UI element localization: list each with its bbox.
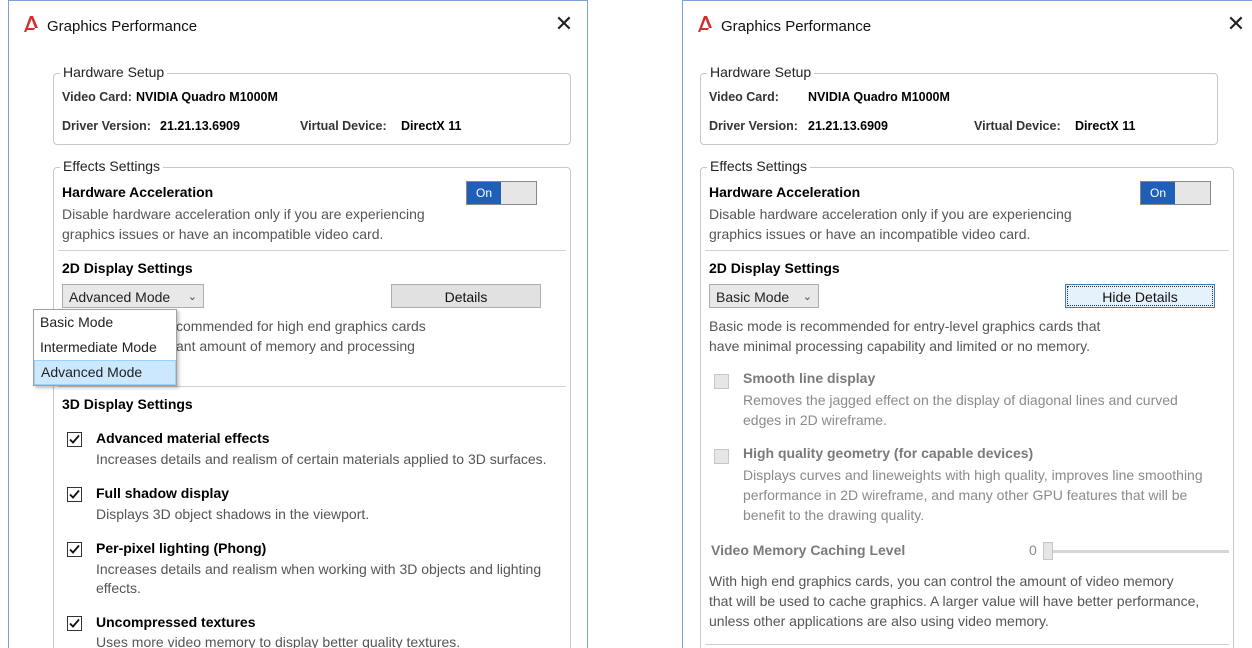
checkmark-icon [69, 434, 80, 444]
toggle-knob [1176, 182, 1210, 204]
driver-version-value: 21.21.13.6909 [808, 119, 888, 133]
effects-settings-group: Effects Settings Hardware Acceleration O… [700, 158, 1234, 648]
uncompressed-textures-desc: Uses more video memory to display better… [96, 634, 461, 648]
video-card-value: NVIDIA Quadro M1000M [136, 90, 278, 104]
hardware-acceleration-toggle[interactable]: On [466, 181, 537, 205]
advanced-material-effects-desc: Increases details and realism of certain… [96, 451, 547, 467]
2d-display-settings-title: 2D Display Settings [62, 260, 193, 276]
video-card-label: Video Card: [709, 90, 779, 104]
video-memory-caching-title: Video Memory Caching Level [711, 542, 906, 558]
graphics-performance-dialog-left: Graphics Performance ✕ Hardware Setup Vi… [8, 0, 588, 648]
title-bar: Graphics Performance ✕ [683, 1, 1252, 53]
autocad-logo-icon [698, 16, 712, 32]
chevron-down-icon: ⌄ [187, 291, 197, 303]
advanced-material-effects-title: Advanced material effects [96, 430, 270, 446]
full-shadow-display-desc: Displays 3D object shadows in the viewpo… [96, 506, 370, 522]
vmc-desc-line3: unless other applications are also using… [709, 613, 1049, 629]
mode-desc-line2: ant amount of memory and processing [176, 338, 415, 354]
display-mode-selected: Basic Mode [716, 289, 790, 305]
graphics-performance-dialog-right: Graphics Performance ✕ Hardware Setup Vi… [682, 0, 1252, 648]
divider [705, 250, 1229, 251]
autocad-logo-icon [24, 16, 38, 32]
hw-accel-desc-line1: Disable hardware acceleration only if yo… [62, 206, 425, 222]
display-mode-select[interactable]: Advanced Mode ⌄ [62, 284, 204, 308]
virtual-device-value: DirectX 11 [1075, 119, 1136, 133]
divider [58, 250, 566, 251]
mode-desc-line1: commended for high end graphics cards [176, 318, 426, 334]
uncompressed-textures-title: Uncompressed textures [96, 614, 256, 630]
high-quality-geometry-desc-line2: performance in 2D wireframe, and many ot… [743, 487, 1188, 503]
virtual-device-label: Virtual Device: [974, 119, 1061, 133]
dropdown-option-advanced-mode[interactable]: Advanced Mode [34, 360, 176, 385]
toggle-on-label: On [1141, 182, 1175, 204]
video-card-label: Video Card: [62, 90, 132, 104]
hardware-setup-group: Hardware Setup Video Card: NVIDIA Quadro… [700, 64, 1218, 145]
hw-accel-desc-line2: graphics issues or have an incompatible … [709, 226, 1031, 242]
smooth-line-display-desc-line1: Removes the jagged effect on the display… [743, 392, 1178, 408]
video-memory-caching-slider-track[interactable] [1043, 550, 1229, 553]
advanced-material-effects-checkbox[interactable] [67, 432, 82, 447]
per-pixel-lighting-title: Per-pixel lighting (Phong) [96, 540, 267, 556]
hardware-setup-legend: Hardware Setup [60, 64, 168, 80]
3d-display-settings-title: 3D Display Settings [62, 396, 193, 412]
hide-details-button[interactable]: Hide Details [1065, 284, 1215, 308]
hardware-acceleration-title: Hardware Acceleration [709, 184, 861, 200]
hardware-acceleration-title: Hardware Acceleration [62, 184, 214, 200]
high-quality-geometry-desc-line3: benefit to the drawing quality. [743, 507, 925, 523]
full-shadow-display-title: Full shadow display [96, 485, 230, 501]
high-quality-geometry-checkbox[interactable] [714, 449, 729, 464]
checkmark-icon [69, 544, 80, 554]
per-pixel-lighting-checkbox[interactable] [67, 542, 82, 557]
close-icon[interactable]: ✕ [553, 13, 575, 35]
display-mode-select[interactable]: Basic Mode ⌄ [709, 284, 819, 308]
hardware-acceleration-toggle[interactable]: On [1140, 181, 1211, 205]
hw-accel-desc-line1: Disable hardware acceleration only if yo… [709, 206, 1072, 222]
dropdown-option-intermediate-mode[interactable]: Intermediate Mode [34, 335, 176, 360]
per-pixel-lighting-desc-line2: effects. [96, 580, 141, 596]
effects-settings-group: Effects Settings Hardware Acceleration O… [53, 158, 571, 648]
hardware-setup-legend: Hardware Setup [707, 64, 815, 80]
high-quality-geometry-title: High quality geometry (for capable devic… [743, 445, 1034, 461]
hw-accel-desc-line2: graphics issues or have an incompatible … [62, 226, 384, 242]
video-memory-caching-slider-thumb[interactable] [1043, 542, 1053, 560]
smooth-line-display-checkbox[interactable] [714, 374, 729, 389]
virtual-device-value: DirectX 11 [401, 119, 462, 133]
chevron-down-icon: ⌄ [802, 291, 812, 303]
video-memory-caching-value: 0 [1029, 542, 1037, 558]
window-title: Graphics Performance [721, 18, 872, 35]
vmc-desc-line1: With high end graphics cards, you can co… [709, 573, 1174, 589]
high-quality-geometry-desc-line1: Displays curves and lineweights with hig… [743, 467, 1203, 483]
per-pixel-lighting-desc-line1: Increases details and realism when worki… [96, 561, 542, 577]
checkmark-icon [69, 618, 80, 628]
basic-mode-desc-line1: Basic mode is recommended for entry-leve… [709, 318, 1101, 334]
smooth-line-display-title: Smooth line display [743, 370, 876, 386]
uncompressed-textures-checkbox[interactable] [67, 616, 82, 631]
smooth-line-display-desc-line2: edges in 2D wireframe. [743, 412, 887, 428]
effects-settings-legend: Effects Settings [707, 158, 811, 174]
driver-version-value: 21.21.13.6909 [160, 119, 240, 133]
divider [705, 644, 1229, 645]
display-mode-dropdown-list: Basic Mode Intermediate Mode Advanced Mo… [33, 309, 177, 386]
details-button[interactable]: Details [391, 284, 541, 308]
close-icon[interactable]: ✕ [1225, 13, 1247, 35]
vmc-desc-line2: that will be used to cache graphics. A l… [709, 593, 1200, 609]
full-shadow-display-checkbox[interactable] [67, 487, 82, 502]
effects-settings-legend: Effects Settings [60, 158, 164, 174]
window-title: Graphics Performance [47, 18, 198, 35]
title-bar: Graphics Performance ✕ [9, 1, 587, 53]
toggle-on-label: On [467, 182, 501, 204]
hardware-setup-group: Hardware Setup Video Card: NVIDIA Quadro… [53, 64, 571, 145]
display-mode-selected: Advanced Mode [69, 289, 171, 305]
video-card-value: NVIDIA Quadro M1000M [808, 90, 950, 104]
2d-display-settings-title: 2D Display Settings [709, 260, 840, 276]
virtual-device-label: Virtual Device: [300, 119, 387, 133]
driver-version-label: Driver Version: [62, 119, 151, 133]
driver-version-label: Driver Version: [709, 119, 798, 133]
checkmark-icon [69, 489, 80, 499]
divider [58, 386, 566, 387]
dropdown-option-basic-mode[interactable]: Basic Mode [34, 310, 176, 335]
toggle-knob [502, 182, 536, 204]
basic-mode-desc-line2: have minimal processing capability and l… [709, 338, 1091, 354]
